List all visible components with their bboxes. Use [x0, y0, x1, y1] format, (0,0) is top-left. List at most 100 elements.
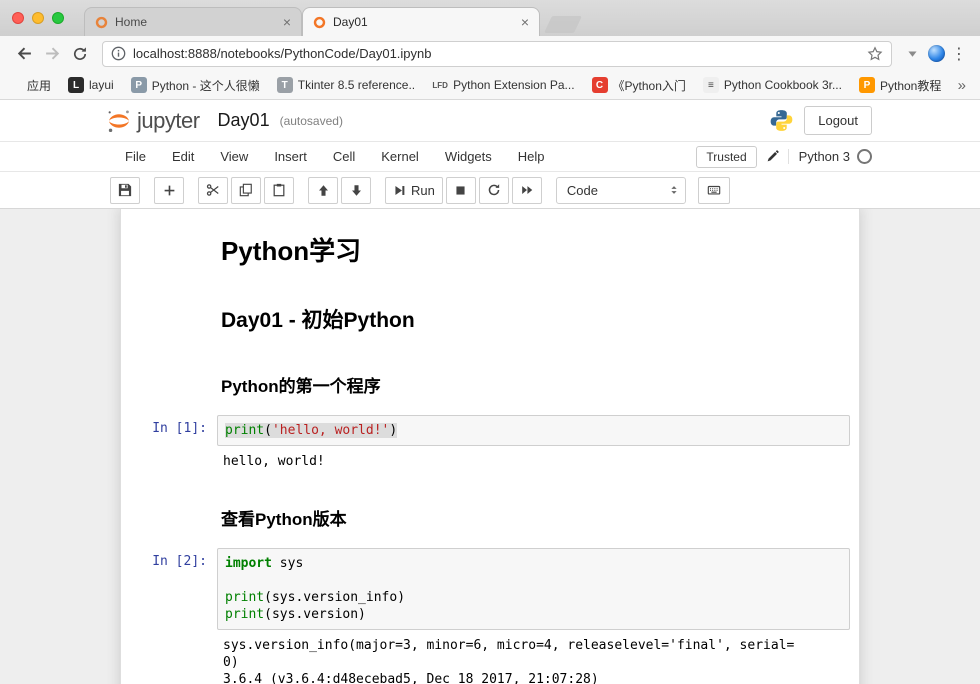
- bookmark-label: Python - 这个人很懒: [152, 77, 260, 94]
- output-prompt: [122, 630, 217, 636]
- cell-type-value: Code: [567, 183, 598, 198]
- bookmark-label: 应用: [27, 77, 51, 94]
- notebook-toolbar: Run Code: [0, 172, 980, 209]
- bookmark-item[interactable]: P Python - 这个人很懒: [131, 77, 260, 94]
- cell-prompt: [122, 223, 217, 229]
- browser-toolbar: localhost:8888/notebooks/PythonCode/Day0…: [0, 36, 980, 71]
- kernel-indicator: Python 3: [788, 149, 872, 164]
- cell-prompt: [122, 352, 217, 358]
- command-palette-button[interactable]: [698, 177, 730, 204]
- paste-cells-button[interactable]: [264, 177, 294, 204]
- jupyter-logo[interactable]: jupyter: [106, 108, 200, 134]
- favicon: LFD: [432, 77, 448, 93]
- bookmark-item[interactable]: C 《Python入门: [592, 77, 686, 94]
- close-window-button[interactable]: [12, 12, 24, 24]
- logout-button[interactable]: Logout: [804, 106, 872, 135]
- autosave-status: (autosaved): [280, 114, 343, 128]
- bookmark-item[interactable]: PPython教程: [859, 77, 941, 94]
- notebook-scroll-area[interactable]: Python学习Day01 - 初始PythonPython的第一个程序In […: [0, 209, 980, 684]
- favicon: P: [131, 77, 147, 93]
- new-tab-button[interactable]: [544, 16, 582, 33]
- markdown-heading: 查看Python版本: [221, 505, 850, 530]
- move-cell-up-button[interactable]: [308, 177, 338, 204]
- markdown-cell[interactable]: Day01 - 初始Python: [121, 280, 859, 346]
- jupyter-favicon: [95, 16, 108, 29]
- bookmark-item[interactable]: TTkinter 8.5 reference..: [277, 77, 415, 93]
- cut-cells-button[interactable]: [198, 177, 228, 204]
- extension-dropdown-icon[interactable]: [900, 42, 924, 66]
- markdown-heading: Python学习: [221, 231, 850, 268]
- apps-grid-icon: [10, 79, 22, 91]
- notebook-title[interactable]: Day01: [218, 110, 270, 131]
- menu-list: FileEditViewInsertCellKernelWidgetsHelp: [112, 143, 558, 170]
- code-input[interactable]: print('hello, world!'): [217, 415, 850, 446]
- forward-button[interactable]: [38, 40, 66, 68]
- kernel-name: Python 3: [799, 149, 850, 164]
- back-button[interactable]: [10, 40, 38, 68]
- close-tab-icon[interactable]: ×: [283, 15, 291, 29]
- bookmark-label: Python Cookbook 3r...: [724, 78, 842, 92]
- bookmarks-overflow-icon[interactable]: »: [954, 77, 970, 94]
- cell-type-select[interactable]: Code: [556, 177, 686, 204]
- python-logo-icon: [769, 108, 794, 133]
- extension-globe-icon[interactable]: [924, 42, 948, 66]
- restart-kernel-button[interactable]: [479, 177, 509, 204]
- markdown-cell[interactable]: Python的第一个程序: [121, 346, 859, 409]
- cell-prompt: [122, 485, 217, 491]
- menu-file[interactable]: File: [112, 143, 159, 170]
- restart-run-all-button[interactable]: [512, 177, 542, 204]
- kernel-status-icon: [857, 149, 872, 164]
- copy-cells-button[interactable]: [231, 177, 261, 204]
- zoom-window-button[interactable]: [52, 12, 64, 24]
- markdown-cell[interactable]: Python学习: [121, 217, 859, 280]
- cell-prompt: [122, 286, 217, 292]
- minimize-window-button[interactable]: [32, 12, 44, 24]
- cell-output: hello, world!: [217, 446, 850, 473]
- bookmarks-bar: 应用 Llayui P Python - 这个人很懒 TTkinter 8.5 refe…: [0, 71, 980, 100]
- bookmarks-list: 应用 Llayui P Python - 这个人很懒 TTkinter 8.5 refe…: [10, 77, 954, 94]
- input-prompt: In [1]:: [122, 415, 217, 436]
- menu-cell[interactable]: Cell: [320, 143, 368, 170]
- bookmark-item[interactable]: ≡Python Cookbook 3r...: [703, 77, 842, 93]
- menu-view[interactable]: View: [207, 143, 261, 170]
- run-label: Run: [411, 183, 435, 198]
- tab-home[interactable]: Home ×: [84, 7, 302, 36]
- code-cell[interactable]: In [2]:import sys print(sys.version_info…: [121, 542, 859, 684]
- jupyter-planet-icon: [106, 108, 132, 134]
- tab-title: Home: [115, 15, 277, 29]
- browser-window: Home × Day01 × localhost:8888/notebooks/…: [0, 0, 980, 684]
- save-button[interactable]: [110, 177, 140, 204]
- menu-bar: FileEditViewInsertCellKernelWidgetsHelp …: [0, 142, 980, 172]
- bookmark-item[interactable]: LFDPython Extension Pa...: [432, 77, 574, 93]
- code-cell[interactable]: In [1]:print('hello, world!')hello, worl…: [121, 409, 859, 479]
- code-input[interactable]: import sys print(sys.version_info)print(…: [217, 548, 850, 630]
- address-bar[interactable]: localhost:8888/notebooks/PythonCode/Day0…: [102, 41, 892, 67]
- favicon: C: [592, 77, 608, 93]
- bookmark-star-icon[interactable]: [867, 46, 883, 62]
- site-info-icon[interactable]: [111, 46, 126, 61]
- browser-menu-icon[interactable]: ⋮: [948, 44, 970, 64]
- menu-widgets[interactable]: Widgets: [432, 143, 505, 170]
- bookmark-item[interactable]: Llayui: [68, 77, 114, 93]
- tab-strip: Home × Day01 ×: [0, 0, 980, 36]
- markdown-cell[interactable]: 查看Python版本: [121, 479, 859, 542]
- menu-help[interactable]: Help: [505, 143, 558, 170]
- jupyter-favicon: [313, 16, 326, 29]
- insert-cell-button[interactable]: [154, 177, 184, 204]
- trusted-button[interactable]: Trusted: [696, 146, 756, 168]
- input-prompt: In [2]:: [122, 548, 217, 569]
- tab-day01[interactable]: Day01 ×: [302, 7, 540, 36]
- reload-button[interactable]: [66, 40, 94, 68]
- markdown-heading: Day01 - 初始Python: [221, 304, 850, 334]
- move-cell-down-button[interactable]: [341, 177, 371, 204]
- menu-edit[interactable]: Edit: [159, 143, 207, 170]
- bookmark-item[interactable]: 应用: [10, 77, 51, 94]
- bookmark-label: 《Python入门: [613, 77, 686, 94]
- menu-insert[interactable]: Insert: [261, 143, 320, 170]
- favicon: P: [859, 77, 875, 93]
- close-tab-icon[interactable]: ×: [521, 15, 529, 29]
- tab-title: Day01: [333, 15, 515, 29]
- run-button[interactable]: Run: [385, 177, 443, 204]
- menu-kernel[interactable]: Kernel: [368, 143, 432, 170]
- interrupt-kernel-button[interactable]: [446, 177, 476, 204]
